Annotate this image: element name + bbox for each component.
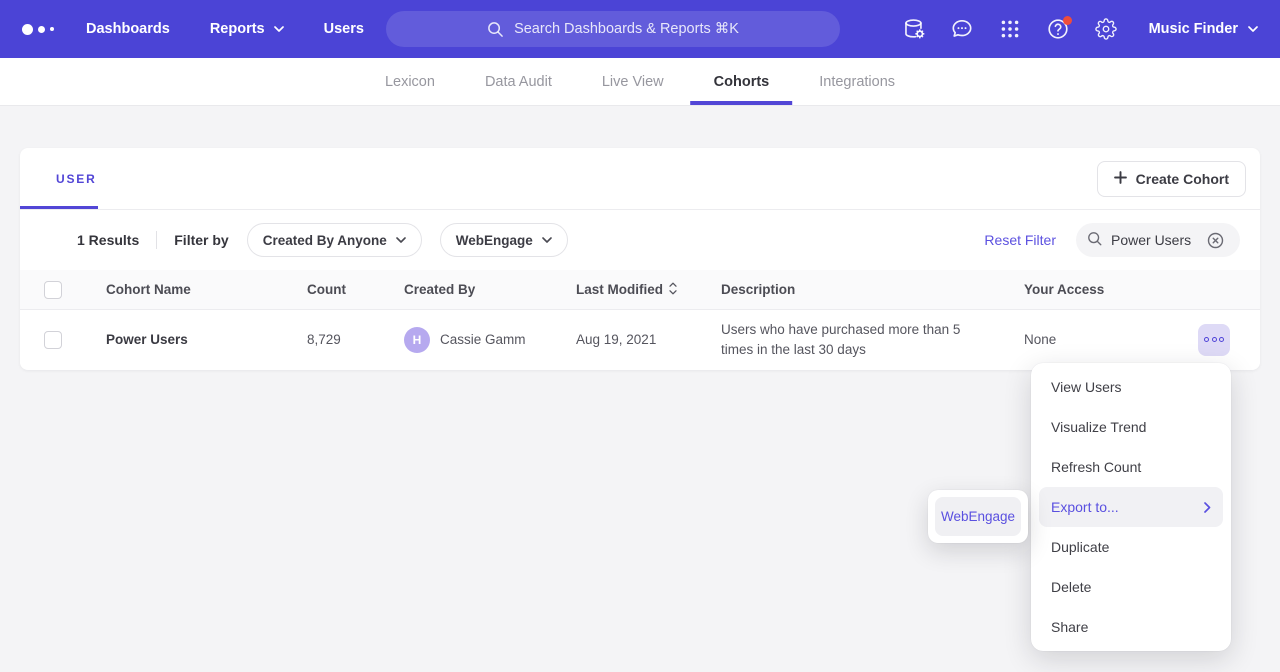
created-by-name: Cassie Gamm	[440, 332, 526, 347]
plus-icon	[1114, 171, 1127, 187]
create-cohort-button[interactable]: Create Cohort	[1097, 161, 1246, 197]
col-count[interactable]: Count	[307, 282, 404, 297]
export-submenu: WebEngage	[928, 490, 1028, 543]
tab-lexicon-label: Lexicon	[385, 74, 435, 90]
tab-cohorts[interactable]: Cohorts	[712, 58, 772, 105]
notification-badge	[1063, 16, 1072, 25]
col-last-modified-label: Last Modified	[576, 282, 663, 297]
tab-live-view-label: Live View	[602, 74, 664, 90]
filter-bar: 1 Results Filter by Created By Anyone We…	[20, 210, 1260, 270]
tab-data-audit[interactable]: Data Audit	[483, 58, 554, 105]
menu-item-duplicate[interactable]: Duplicate	[1039, 527, 1223, 567]
chevron-down-icon	[1248, 26, 1258, 33]
more-dots-icon	[1212, 337, 1217, 342]
menu-item-delete[interactable]: Delete	[1039, 567, 1223, 607]
tab-cohorts-label: Cohorts	[714, 74, 770, 90]
nav-users-label: Users	[324, 21, 364, 37]
project-switcher[interactable]: Music Finder	[1149, 21, 1258, 37]
help-icon[interactable]	[1047, 18, 1069, 40]
filter-by-label: Filter by	[174, 232, 228, 248]
created-by-cell: H Cassie Gamm	[404, 327, 576, 353]
top-navbar: Dashboards Reports Users Search Dashboar…	[0, 0, 1280, 58]
select-all-checkbox[interactable]	[44, 281, 62, 299]
cohort-name-cell[interactable]: Power Users	[106, 332, 307, 347]
primary-nav: Dashboards Reports Users	[86, 21, 364, 37]
card-header: USER Create Cohort	[20, 148, 1260, 210]
tab-integrations[interactable]: Integrations	[817, 58, 897, 105]
row-checkbox[interactable]	[44, 331, 62, 349]
menu-item-export-to-label: Export to...	[1051, 499, 1119, 515]
created-by-filter-dropdown[interactable]: Created By Anyone	[247, 223, 422, 257]
tab-live-view[interactable]: Live View	[600, 58, 666, 105]
data-settings-icon[interactable]	[903, 18, 925, 40]
menu-item-share[interactable]: Share	[1039, 607, 1223, 647]
nav-dashboards[interactable]: Dashboards	[86, 21, 170, 37]
col-cohort-name[interactable]: Cohort Name	[106, 282, 307, 297]
results-count: 1 Results	[77, 232, 139, 248]
created-by-filter-value: Created By Anyone	[263, 233, 387, 248]
menu-item-view-users[interactable]: View Users	[1039, 367, 1223, 407]
project-name: Music Finder	[1149, 21, 1238, 37]
section-tabs: Lexicon Data Audit Live View Cohorts Int…	[0, 58, 1280, 106]
user-tab-underline	[20, 206, 98, 209]
navbar-actions: Music Finder	[903, 0, 1258, 58]
nav-dashboards-label: Dashboards	[86, 21, 170, 37]
nav-reports-label: Reports	[210, 21, 265, 37]
chevron-down-icon	[396, 237, 406, 244]
col-created-by[interactable]: Created By	[404, 282, 576, 297]
table-row[interactable]: Power Users 8,729 H Cassie Gamm Aug 19, …	[20, 310, 1260, 369]
submenu-item-webengage[interactable]: WebEngage	[935, 497, 1021, 536]
nav-reports[interactable]: Reports	[210, 21, 284, 37]
global-search-placeholder: Search Dashboards & Reports ⌘K	[514, 21, 739, 37]
settings-icon[interactable]	[1095, 18, 1117, 40]
apps-grid-icon[interactable]	[999, 18, 1021, 40]
menu-item-export-to[interactable]: Export to...	[1039, 487, 1223, 527]
tab-lexicon[interactable]: Lexicon	[383, 58, 437, 105]
search-icon	[487, 21, 504, 38]
reset-filter-link[interactable]: Reset Filter	[984, 232, 1056, 248]
chevron-right-icon	[1204, 502, 1211, 513]
cohorts-card: USER Create Cohort 1 Results Filter by C…	[20, 148, 1260, 370]
menu-item-visualize-trend[interactable]: Visualize Trend	[1039, 407, 1223, 447]
integration-filter-dropdown[interactable]: WebEngage	[440, 223, 568, 257]
count-cell: 8,729	[307, 332, 404, 347]
row-actions-button[interactable]	[1198, 324, 1230, 356]
active-tab-underline	[691, 101, 793, 105]
search-icon	[1087, 231, 1103, 250]
avatar: H	[404, 327, 430, 353]
more-dots-icon	[1219, 337, 1224, 342]
col-your-access[interactable]: Your Access	[1024, 282, 1198, 297]
more-dots-icon	[1204, 337, 1209, 342]
global-search-input[interactable]: Search Dashboards & Reports ⌘K	[386, 11, 840, 47]
user-section-tab[interactable]: USER	[20, 172, 97, 186]
divider	[156, 231, 157, 249]
tab-integrations-label: Integrations	[819, 74, 895, 90]
chevron-down-icon	[274, 26, 284, 33]
col-last-modified[interactable]: Last Modified	[576, 282, 721, 298]
description-cell: Users who have purchased more than 5 tim…	[721, 320, 1024, 359]
last-modified-cell: Aug 19, 2021	[576, 332, 721, 347]
tab-data-audit-label: Data Audit	[485, 74, 552, 90]
mixpanel-logo-icon[interactable]	[22, 24, 54, 35]
clear-search-icon[interactable]	[1207, 232, 1224, 249]
chevron-down-icon	[542, 237, 552, 244]
nav-users[interactable]: Users	[324, 21, 364, 37]
cohort-search-box	[1076, 223, 1240, 257]
table-header: Cohort Name Count Created By Last Modifi…	[20, 270, 1260, 310]
col-description[interactable]: Description	[721, 282, 1024, 297]
integration-filter-value: WebEngage	[456, 233, 533, 248]
sort-icon[interactable]	[669, 282, 677, 298]
access-cell: None	[1024, 332, 1198, 347]
cohort-search-input[interactable]	[1111, 232, 1199, 248]
messages-icon[interactable]	[951, 18, 973, 40]
menu-item-refresh-count[interactable]: Refresh Count	[1039, 447, 1223, 487]
cohorts-page: Dashboards Reports Users Search Dashboar…	[0, 0, 1280, 672]
row-context-menu: View Users Visualize Trend Refresh Count…	[1031, 363, 1231, 651]
create-cohort-label: Create Cohort	[1136, 171, 1229, 187]
